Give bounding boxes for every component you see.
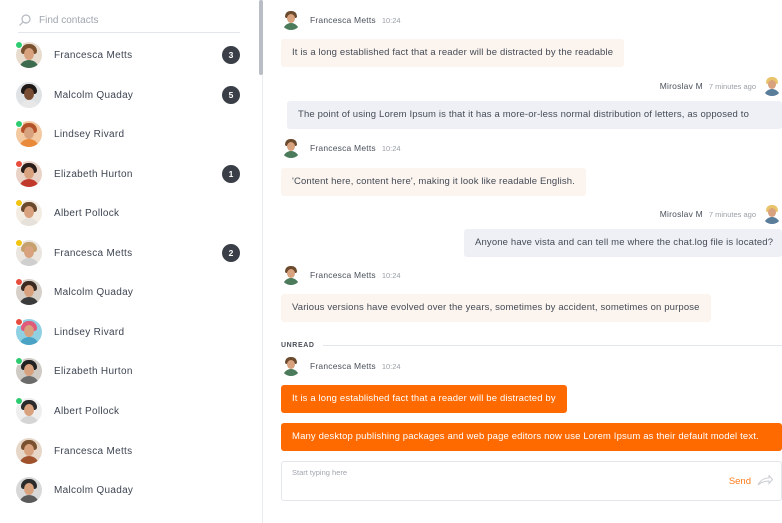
message-time: 10:24 (381, 15, 401, 25)
message-header: Miroslav M 7 minutes ago (660, 76, 782, 96)
sender-name: Francesca Metts (310, 15, 376, 25)
message-header: Francesca Metts 10:24 (281, 138, 401, 158)
status-dot (15, 318, 23, 326)
sender-name: Miroslav M (659, 209, 703, 219)
contact-name: Albert Pollock (54, 405, 120, 417)
contact-name: Malcolm Quaday (54, 484, 134, 496)
avatar (15, 199, 42, 226)
contact-name: Malcolm Quaday (54, 286, 134, 298)
contact-name: Elizabeth Hurton (54, 168, 133, 180)
unread-count-badge: 1 (222, 165, 240, 183)
sidebar-scrollbar[interactable] (259, 0, 263, 75)
sender-avatar (281, 10, 301, 30)
incoming-message: Various versions have evolved over the y… (281, 294, 711, 322)
avatar (15, 239, 42, 266)
status-dot (15, 239, 23, 247)
status-dot (15, 199, 23, 207)
unread-count-badge: 3 (222, 46, 240, 64)
status-dot (15, 120, 23, 128)
outgoing-message: Anyone have vista and can tell me where … (464, 229, 782, 257)
contact-name: Francesca Metts (54, 49, 133, 61)
contact-item[interactable]: Francesca Metts 2 (15, 237, 246, 269)
message-composer: Send (281, 461, 782, 501)
contact-name: Albert Pollock (54, 207, 120, 219)
contact-item[interactable]: Albert Pollock (15, 395, 246, 427)
send-icon (757, 475, 773, 486)
avatar (16, 82, 42, 108)
sender-avatar (281, 138, 301, 158)
divider-line (322, 344, 782, 346)
message-time: 7 minutes ago (708, 81, 756, 91)
incoming-message: It is a long established fact that a rea… (281, 39, 625, 67)
contact-item[interactable]: Francesca Metts 3 (15, 39, 246, 71)
unread-count-badge: 2 (222, 244, 240, 262)
status-dot (15, 278, 23, 286)
contact-item[interactable]: Elizabeth Hurton 1 (15, 158, 246, 190)
contact-name: Francesca Metts (54, 247, 133, 259)
sender-name: Miroslav M (659, 81, 703, 91)
sender-avatar (281, 356, 301, 376)
avatar (15, 397, 42, 424)
avatar (15, 41, 42, 68)
message-time: 10:24 (381, 361, 401, 371)
contact-name: Elizabeth Hurton (54, 365, 133, 377)
message-input[interactable] (292, 468, 592, 477)
contact-name: Francesca Metts (54, 445, 133, 457)
search-underline (18, 32, 240, 33)
avatar (15, 160, 42, 187)
contact-search[interactable] (18, 8, 240, 32)
contact-name: Malcolm Quaday (54, 89, 134, 101)
sender-name: Francesca Metts (310, 270, 376, 280)
incoming-message: 'Content here, content here', making it … (281, 168, 587, 196)
contact-item[interactable]: Malcolm Quaday (15, 276, 246, 308)
unread-message: Many desktop publishing packages and web… (281, 423, 782, 451)
message-header: Francesca Metts 10:24 (281, 356, 401, 376)
search-icon (18, 13, 32, 27)
status-dot (15, 160, 23, 168)
avatar (16, 438, 42, 464)
sender-avatar (762, 204, 782, 224)
contacts-sidebar: Francesca Metts 3 Malcolm Quaday 5 Linds… (0, 0, 262, 523)
send-label: Send (728, 475, 751, 487)
status-dot (15, 357, 23, 365)
avatar (15, 278, 42, 305)
contact-item[interactable]: Lindsey Rivard (15, 118, 246, 150)
contact-item[interactable]: Francesca Metts (16, 435, 246, 467)
message-time: 7 minutes ago (708, 209, 756, 219)
send-button[interactable]: Send (729, 475, 773, 487)
avatar (15, 357, 42, 384)
avatar (16, 477, 42, 503)
unread-count-badge: 5 (222, 86, 240, 104)
message-header: Francesca Metts 10:24 (281, 265, 401, 285)
avatar (15, 318, 42, 345)
status-dot (15, 397, 23, 405)
search-input[interactable] (39, 14, 229, 26)
unread-message: It is a long established fact that a rea… (281, 385, 567, 413)
contact-item[interactable]: Malcolm Quaday 5 (16, 79, 246, 111)
avatar (15, 120, 42, 147)
contact-item[interactable]: Lindsey Rivard (15, 316, 246, 348)
sender-name: Francesca Metts (310, 361, 376, 371)
unread-label: UNREAD (281, 341, 315, 349)
contact-name: Lindsey Rivard (54, 128, 125, 140)
message-time: 10:24 (381, 143, 401, 153)
status-dot (15, 41, 23, 49)
message-time: 10:24 (381, 270, 401, 280)
outgoing-message: The point of using Lorem Ipsum is that i… (287, 101, 782, 129)
sidebar-divider (262, 0, 263, 523)
contact-item[interactable]: Albert Pollock (15, 197, 246, 229)
sender-name: Francesca Metts (310, 143, 376, 153)
unread-divider: UNREAD (281, 340, 782, 350)
contact-name: Lindsey Rivard (54, 326, 125, 338)
message-header: Francesca Metts 10:24 (281, 10, 401, 30)
sender-avatar (762, 76, 782, 96)
contact-item[interactable]: Malcolm Quaday (16, 474, 246, 506)
contact-item[interactable]: Elizabeth Hurton (15, 355, 246, 387)
message-header: Miroslav M 7 minutes ago (660, 204, 782, 224)
sender-avatar (281, 265, 301, 285)
